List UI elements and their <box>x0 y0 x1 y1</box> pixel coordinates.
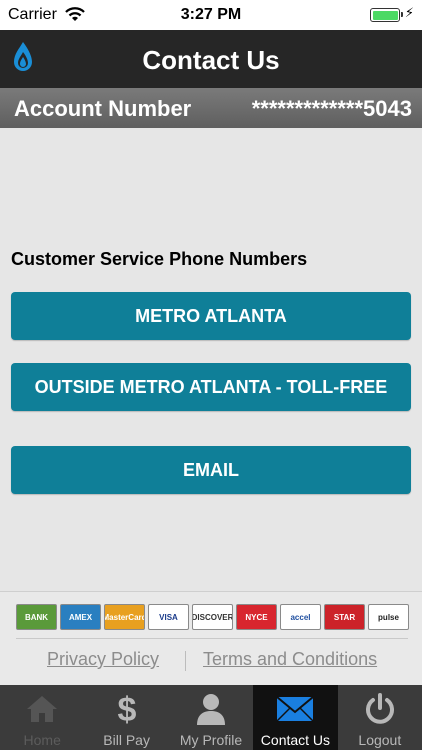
outside-metro-atlanta-button[interactable]: OUTSIDE METRO ATLANTA - TOLL-FREE <box>11 363 411 411</box>
tab-label: Contact Us <box>260 732 331 748</box>
footer: BANK AMEX MasterCard VISA DISCOVER NYCE accel S… <box>0 591 422 686</box>
charging-bolt-icon: ⚡ <box>404 5 414 20</box>
power-icon <box>338 691 422 727</box>
privacy-policy-link[interactable]: Privacy Policy <box>47 649 159 670</box>
tab-logout[interactable]: Logout <box>338 685 422 750</box>
account-number-bar: Account Number *************5043 <box>0 88 422 128</box>
card-logo-pulse: pulse <box>368 604 409 630</box>
svg-text:$: $ <box>117 691 136 727</box>
email-button[interactable]: EMAIL <box>11 446 411 494</box>
tab-home[interactable]: Home <box>0 685 84 750</box>
tab-label: My Profile <box>179 732 243 748</box>
dollar-icon: $ <box>84 691 168 727</box>
payment-card-logos: BANK AMEX MasterCard VISA DISCOVER NYCE accel S… <box>16 604 409 632</box>
account-number-value: *************5043 <box>251 96 412 121</box>
tab-bill-pay[interactable]: $ Bill Pay <box>84 685 168 750</box>
footer-links: Privacy Policy Terms and Conditions <box>0 649 422 673</box>
link-separator <box>185 651 186 671</box>
section-heading: Customer Service Phone Numbers <box>11 249 308 269</box>
card-logo-mastercard: MasterCard <box>104 604 145 630</box>
status-time: 3:27 PM <box>180 6 242 23</box>
tab-label: Bill Pay <box>103 732 150 748</box>
tab-label: Logout <box>358 732 402 748</box>
page-title: Contact Us <box>142 45 280 75</box>
card-logo-amex: AMEX <box>60 604 101 630</box>
tab-bar: Home $ Bill Pay My Profile Contact Us Lo… <box>0 685 422 750</box>
card-logo-accel: accel <box>280 604 321 630</box>
card-logo-star: STAR <box>324 604 365 630</box>
card-logo-nyce: NYCE <box>236 604 277 630</box>
card-logo-bank: BANK <box>16 604 57 630</box>
tab-contact-us[interactable]: Contact Us <box>253 685 338 750</box>
home-icon <box>0 691 84 727</box>
envelope-icon <box>253 691 337 727</box>
account-number-label: Account Number <box>14 96 192 121</box>
footer-divider <box>16 638 408 639</box>
card-logo-discover: DISCOVER <box>192 604 233 630</box>
terms-and-conditions-link[interactable]: Terms and Conditions <box>203 649 377 670</box>
person-icon <box>169 691 253 727</box>
metro-atlanta-button[interactable]: METRO ATLANTA <box>11 292 411 340</box>
status-bar: Carrier 3:27 PM ⚡ <box>0 0 422 30</box>
tab-my-profile[interactable]: My Profile <box>169 685 253 750</box>
battery-icon <box>370 8 403 22</box>
app-header: Contact Us <box>0 30 422 88</box>
tab-label: Home <box>23 732 61 748</box>
card-logo-visa: VISA <box>148 604 189 630</box>
